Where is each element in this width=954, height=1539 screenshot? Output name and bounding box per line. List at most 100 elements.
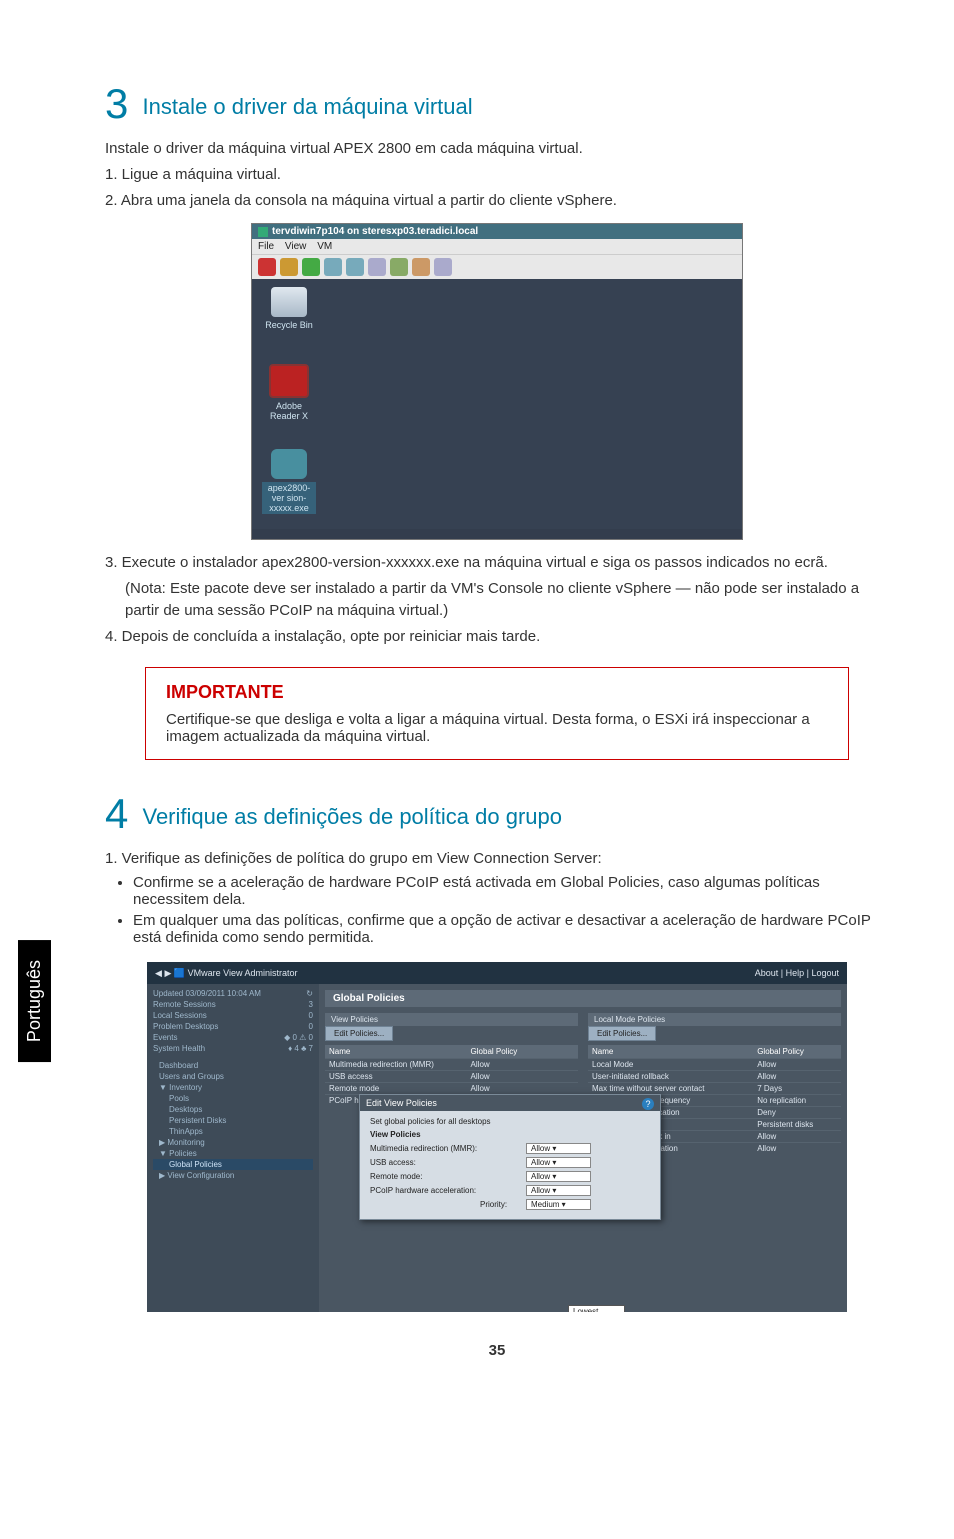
view-admin-topbar: ◀ ▶ 🟦 VMware View Administrator About | … (147, 962, 847, 984)
menu-file[interactable]: File (258, 241, 274, 252)
remote-select[interactable]: Allow ▾ (526, 1171, 591, 1182)
apex-installer-icon[interactable]: apex2800-ver sion-xxxxx.exe (262, 449, 316, 514)
nav-users[interactable]: Users and Groups (153, 1071, 313, 1082)
table-row: Max time without server contact7 Days (588, 1083, 841, 1095)
vm-menubar: File View VM (252, 239, 742, 254)
important-body: Certifique-se que desliga e volta a liga… (166, 711, 828, 745)
stat-local-label: Local Sessions (153, 1011, 207, 1020)
stat-events-val: ◆ 0 ⚠ 0 (284, 1033, 313, 1042)
main-header: Global Policies (325, 990, 841, 1007)
apex-installer-label: apex2800-ver sion-xxxxx.exe (262, 482, 316, 514)
vm-proxy-icon (258, 227, 268, 237)
recycle-bin-label: Recycle Bin (262, 320, 316, 330)
nav-policies[interactable]: ▼ Policies (153, 1148, 313, 1159)
adobe-reader-icon[interactable]: Adobe Reader X (262, 364, 316, 421)
pcoip-select[interactable]: Allow ▾ (526, 1185, 591, 1196)
nav-fwd-icon[interactable]: ▶ (164, 968, 171, 978)
info-icon: ? (642, 1098, 654, 1110)
snapshot-icon[interactable] (324, 258, 342, 276)
stat-local-val: 0 (309, 1011, 313, 1020)
top-links[interactable]: About | Help | Logout (755, 968, 839, 978)
nav-inventory[interactable]: ▼ Inventory (153, 1082, 313, 1093)
nav-pdisks[interactable]: Persistent Disks (153, 1115, 313, 1126)
priority-label: Priority: (480, 1200, 520, 1209)
view-policies-title: View Policies (325, 1013, 578, 1026)
local-mode-title: Local Mode Policies (588, 1013, 841, 1026)
th-name: Name (325, 1045, 467, 1059)
section3-title: Instale o driver da máquina virtual (142, 94, 472, 119)
nav-view-config[interactable]: ▶ View Configuration (153, 1170, 313, 1181)
important-title: IMPORTANTE (166, 682, 828, 703)
section3-step3b: (Nota: Este pacote deve ser instalado a … (125, 578, 889, 622)
stat-events-label: Events (153, 1033, 177, 1042)
view-admin-body: Updated 03/09/2011 10:04 AM ↻ Remote Sess… (147, 984, 847, 1312)
pcoip-label: PCoIP hardware acceleration: (370, 1186, 520, 1195)
vm-window-title: tervdiwin7p104 on steresxp03.teradici.lo… (272, 226, 478, 237)
th-name2: Name (588, 1045, 753, 1059)
nav-pools[interactable]: Pools (153, 1093, 313, 1104)
nav-dashboard[interactable]: Dashboard (153, 1060, 313, 1071)
stat-remote-val: 3 (309, 1000, 313, 1009)
menu-view[interactable]: View (285, 241, 307, 252)
stat-health-val: ♦ 4 ♣ 7 (288, 1044, 313, 1053)
section4-bullet1: Confirme se a aceleração de hardware PCo… (133, 874, 889, 908)
nav-monitoring[interactable]: ▶ Monitoring (153, 1137, 313, 1148)
floppy-icon[interactable] (412, 258, 430, 276)
cd-icon[interactable] (390, 258, 408, 276)
nav-desktops[interactable]: Desktops (153, 1104, 313, 1115)
priority-select[interactable]: Medium ▾ (526, 1199, 591, 1210)
section4-bullets: Confirme se a aceleração de hardware PCo… (105, 874, 889, 946)
menu-vm[interactable]: VM (317, 241, 332, 252)
section3-step1: 1. Ligue a máquina virtual. (105, 164, 889, 186)
section3-step3a: 3. Execute o instalador apex2800-version… (105, 552, 889, 574)
table-row: Remote modeAllow (325, 1083, 578, 1095)
usb-select[interactable]: Allow ▾ (526, 1157, 591, 1168)
view-admin-sidebar: Updated 03/09/2011 10:04 AM ↻ Remote Sess… (147, 984, 319, 1312)
th-policy: Global Policy (467, 1045, 578, 1059)
dialog-subtitle: Set global policies for all desktops (370, 1117, 650, 1126)
stop-icon[interactable] (258, 258, 276, 276)
stat-remote-label: Remote Sessions (153, 1000, 216, 1009)
connect-icon[interactable] (434, 258, 452, 276)
pause-icon[interactable] (280, 258, 298, 276)
nav-thinapps[interactable]: ThinApps (153, 1126, 313, 1137)
priority-dropdown[interactable]: Lowest Lower Medium Higher Highest (568, 1305, 625, 1312)
vsphere-console-screenshot: tervdiwin7p104 on steresxp03.teradici.lo… (251, 223, 743, 540)
stat-problem-label: Problem Desktops (153, 1022, 218, 1031)
sidebar-updated: Updated 03/09/2011 10:04 AM (153, 989, 261, 998)
edit-local-policies-button[interactable]: Edit Policies... (588, 1026, 656, 1041)
section3-step2: 2. Abra uma janela da consola na máquina… (105, 190, 889, 212)
view-admin-main: Global Policies View Policies Edit Polic… (319, 984, 847, 1312)
section3-number: 3 (105, 80, 128, 127)
dialog-title: Edit View Policies ? (360, 1095, 660, 1111)
edit-view-policies-dialog: Edit View Policies ? Set global policies… (359, 1094, 661, 1220)
nav-back-icon[interactable]: ◀ (155, 968, 162, 978)
section4-number: 4 (105, 790, 128, 837)
recycle-bin-icon[interactable]: Recycle Bin (262, 287, 316, 330)
mmr-select[interactable]: Allow ▾ (526, 1143, 591, 1154)
table-row: Multimedia redirection (MMR)Allow (325, 1059, 578, 1071)
section3-step4: 4. Depois de concluída a instalação, opt… (105, 626, 889, 648)
th-policy2: Global Policy (753, 1045, 841, 1059)
play-icon[interactable] (302, 258, 320, 276)
page-content: 3 Instale o driver da máquina virtual In… (0, 0, 954, 1399)
section4-step1: 1. Verifique as definições de política d… (105, 848, 889, 870)
table-row: USB accessAllow (325, 1071, 578, 1083)
nav-global-policies[interactable]: Global Policies (153, 1159, 313, 1170)
dialog-section: View Policies (370, 1130, 650, 1139)
vmware-logo-icon: 🟦 (174, 968, 185, 978)
section3-heading: 3 Instale o driver da máquina virtual (105, 80, 889, 128)
section4-bullet2: Em qualquer uma das políticas, confirme … (133, 912, 889, 946)
view-admin-screenshot: ◀ ▶ 🟦 VMware View Administrator About | … (147, 962, 847, 1312)
revert-icon[interactable] (346, 258, 364, 276)
adobe-reader-label: Adobe Reader X (262, 401, 316, 421)
priority-option[interactable]: Lowest (569, 1306, 624, 1312)
table-row: Local ModeAllow (588, 1059, 841, 1071)
stat-problem-val: 0 (309, 1022, 313, 1031)
section4-title: Verifique as definições de política do g… (142, 804, 562, 829)
edit-view-policies-button[interactable]: Edit Policies... (325, 1026, 393, 1041)
manage-icon[interactable] (368, 258, 386, 276)
remote-label: Remote mode: (370, 1172, 520, 1181)
refresh-icon[interactable]: ↻ (306, 989, 313, 998)
page-number: 35 (105, 1342, 889, 1359)
